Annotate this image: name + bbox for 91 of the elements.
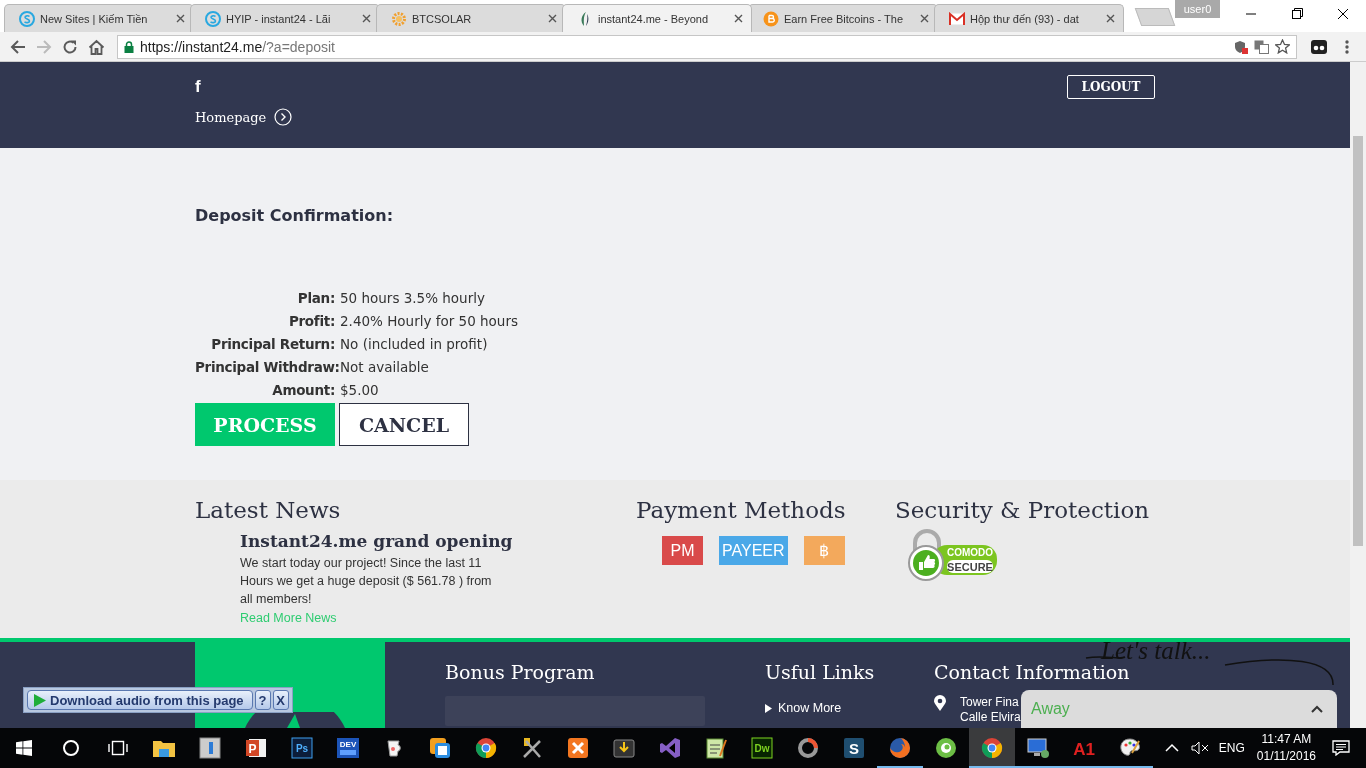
ring-icon — [796, 736, 820, 760]
search-circle-icon[interactable] — [62, 740, 79, 756]
taskbar-app[interactable]: S — [831, 728, 877, 768]
payeer-logo: PAYEER — [719, 536, 788, 565]
download-audio-button[interactable]: Download audio from this page — [27, 690, 253, 710]
back-icon[interactable] — [10, 38, 26, 55]
location-pin-icon — [934, 695, 946, 711]
footer-link[interactable]: Know More — [778, 701, 842, 715]
play-icon — [34, 693, 46, 707]
browser-tab[interactable]: Hộp thư đến (93) - dat — [934, 4, 1124, 32]
homepage-link[interactable]: Homepage — [195, 109, 267, 125]
chevron-circle-icon[interactable] — [274, 108, 293, 126]
help-button[interactable]: ? — [254, 690, 271, 710]
notepad-icon — [704, 736, 728, 760]
code-editor-icon: DEV — [336, 736, 360, 760]
taskbar-app[interactable]: P — [233, 728, 279, 768]
menu-icon[interactable] — [1345, 38, 1349, 55]
gear-icon — [391, 10, 407, 27]
scrollbar[interactable] — [1350, 62, 1366, 728]
footer-heading: Bonus Program — [445, 661, 595, 683]
field-label: Amount: — [271, 381, 335, 400]
taskbar-app[interactable]: DEV — [325, 728, 371, 768]
field-label: Principal Return: — [210, 335, 335, 354]
taskbar-app[interactable]: Dw — [739, 728, 785, 768]
taskbar-app[interactable] — [969, 728, 1015, 768]
bitcoin-logo: ฿ — [803, 536, 845, 565]
close-icon[interactable] — [548, 14, 557, 23]
close-icon[interactable] — [920, 14, 929, 23]
browser-icon — [980, 736, 1004, 760]
secure-badge: COMODO SECURE — [903, 529, 999, 581]
site-icon — [205, 10, 221, 27]
coccoc-icon — [934, 736, 958, 760]
address-bar[interactable]: https://instant24.me/?a=deposit — [117, 34, 1297, 59]
window-icon — [198, 736, 222, 760]
notification-icon[interactable] — [1332, 740, 1350, 756]
browser-tab[interactable]: instant24.me - Beyond — [562, 4, 752, 32]
close-icon[interactable] — [362, 14, 371, 23]
shield-icon[interactable] — [1234, 39, 1248, 54]
field-value: 50 hours 3.5% hourly — [340, 289, 486, 308]
boxes-icon — [428, 736, 452, 760]
section-heading: Payment Methods — [636, 497, 846, 523]
field-value: $5.00 — [340, 381, 380, 400]
task-view-icon[interactable] — [107, 740, 128, 756]
news-text: We start today our project! Since the last 11 Hours we get a huge deposit ($ 561.78 ) from all members! — [240, 555, 493, 608]
news-title: Instant24.me grand opening — [240, 531, 513, 551]
home-icon[interactable] — [88, 38, 105, 55]
windows-start-icon[interactable] — [15, 740, 32, 756]
field-label: Plan: — [296, 289, 335, 308]
mail-icon — [949, 11, 965, 26]
pm-logo: PM — [662, 536, 703, 565]
address-text: Tower Fina Calle Elvira — [960, 695, 1021, 725]
star-icon[interactable] — [1275, 39, 1290, 54]
speaker-muted-icon[interactable] — [1190, 741, 1209, 755]
field-label: Profit: — [287, 312, 335, 331]
field-value: 2.40% Hourly for 50 hours — [340, 312, 518, 331]
web-editor-icon: Dw — [750, 736, 774, 760]
text-editor-icon: S — [842, 736, 866, 760]
field-value: No (included in profit) — [340, 335, 489, 354]
image-editor-icon: Ps — [290, 736, 314, 760]
chevron-up-icon[interactable] — [1311, 705, 1323, 713]
section-heading: Latest News — [195, 497, 341, 523]
site-icon — [19, 10, 35, 27]
taskbar-app[interactable]: A1 — [1061, 728, 1107, 768]
translate-icon[interactable] — [1254, 39, 1269, 54]
download-icon — [612, 736, 636, 760]
triangle-icon — [765, 703, 772, 713]
browser-icon — [474, 736, 498, 760]
section-title: Deposit Confirmation: — [195, 206, 394, 225]
xampp-icon — [566, 736, 590, 760]
chat-status: Away — [1031, 700, 1070, 718]
logout-button[interactable]: LOGOUT — [1067, 75, 1155, 99]
visual-studio-icon — [658, 736, 682, 760]
monitor-icon — [1026, 736, 1050, 760]
language-indicator[interactable]: ENG — [1218, 741, 1245, 755]
a1-icon: A1 — [1072, 736, 1096, 760]
taskbar-app[interactable]: Ps — [279, 728, 325, 768]
reload-icon[interactable] — [62, 38, 78, 55]
extension-icon[interactable] — [1311, 39, 1327, 54]
section-heading: Security & Protection — [895, 497, 1150, 523]
facebook-link[interactable]: f — [195, 77, 201, 99]
lock-icon — [124, 40, 134, 53]
clock[interactable]: 11:47 AM 01/11/2016 — [1256, 731, 1316, 765]
field-value: Not available — [340, 358, 430, 377]
firefox-icon — [888, 736, 912, 760]
close-icon[interactable] — [1106, 14, 1115, 23]
footer-heading: Usful Links — [765, 661, 875, 683]
bitcoin-icon — [763, 10, 779, 27]
close-icon[interactable] — [176, 14, 185, 23]
close-button[interactable]: X — [272, 690, 289, 710]
close-icon[interactable] — [734, 14, 743, 23]
cancel-button[interactable]: CANCEL — [339, 403, 469, 446]
